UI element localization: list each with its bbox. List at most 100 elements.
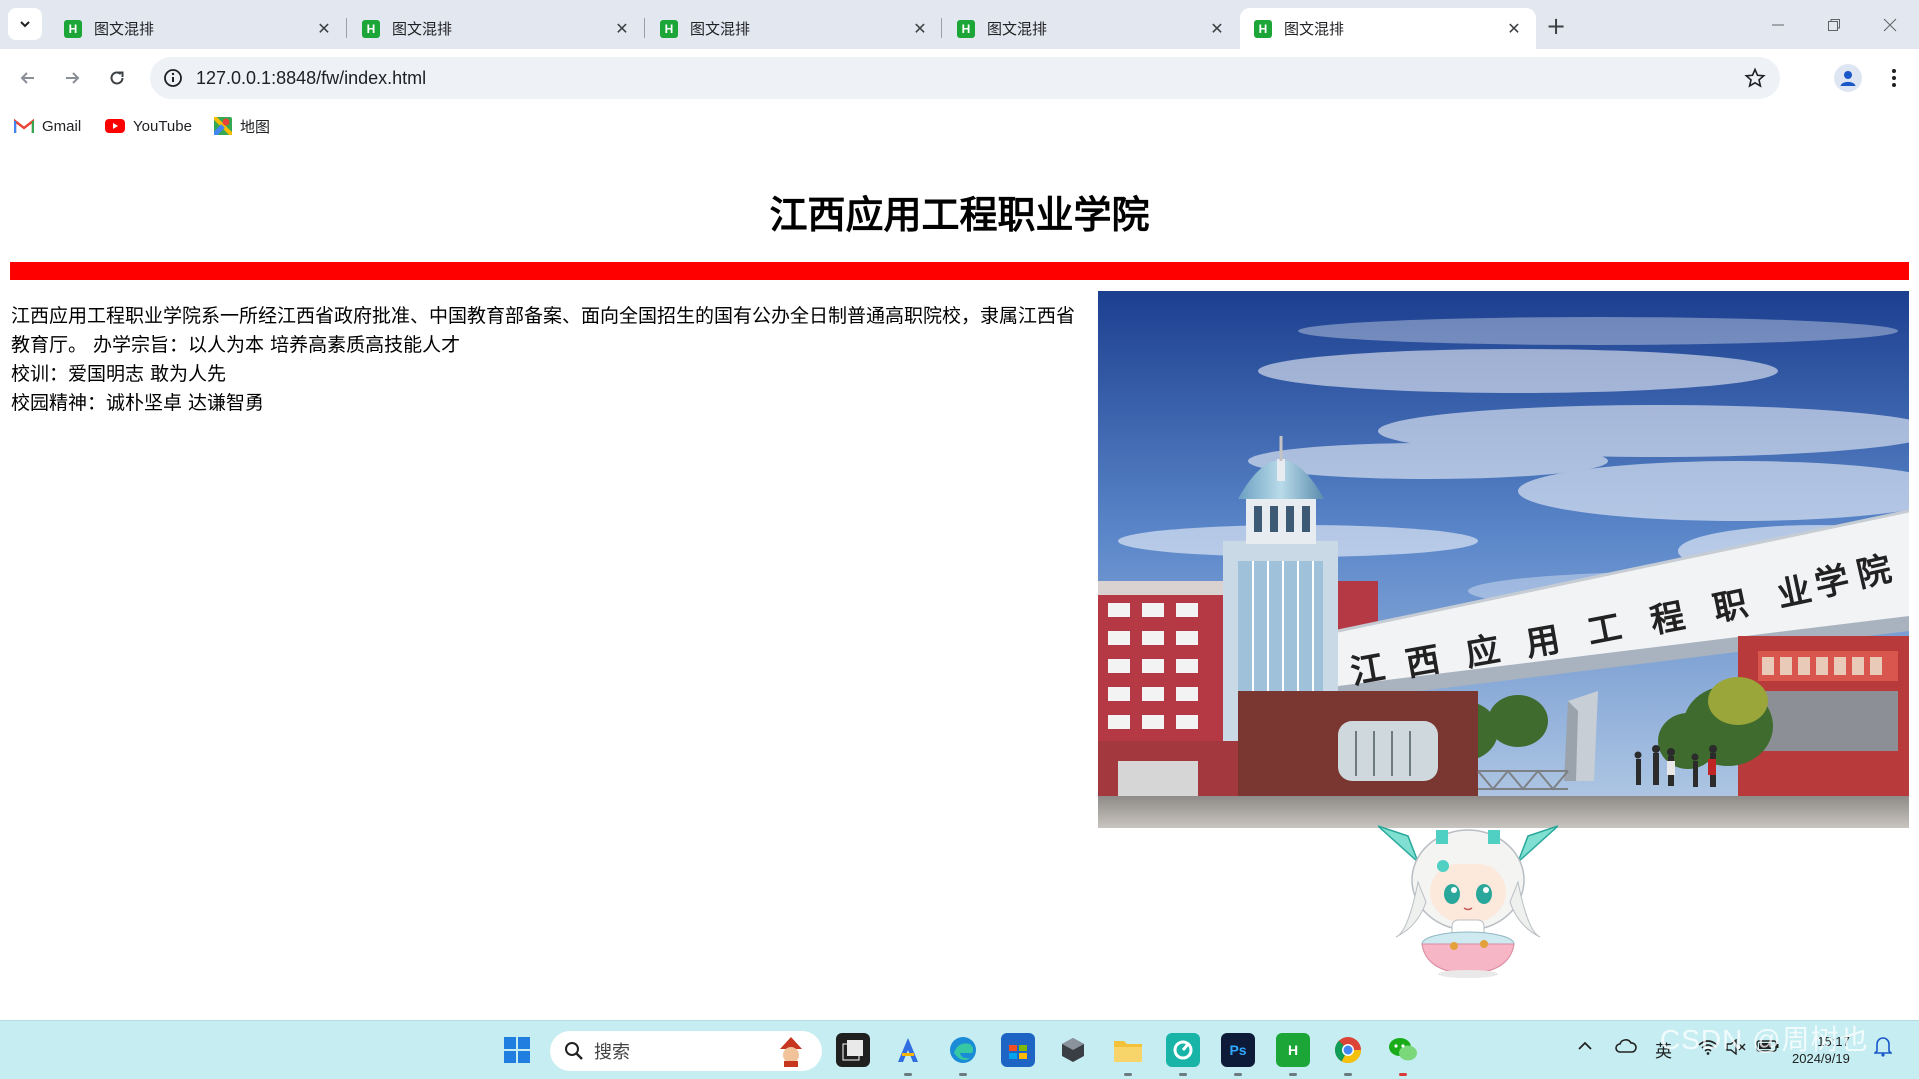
tab-title: 图文混排 bbox=[94, 20, 155, 38]
bookmark-star-icon[interactable] bbox=[1744, 67, 1766, 89]
browser-toolbar: 127.0.0.1:8848/fw/index.html bbox=[0, 49, 1919, 107]
tray-notification[interactable] bbox=[1873, 1035, 1893, 1061]
notification-bell-icon bbox=[1873, 1037, 1893, 1057]
chrome-icon bbox=[1334, 1037, 1362, 1064]
taskbar-photoshop[interactable]: Ps bbox=[1221, 1033, 1255, 1067]
taskbar-task-view[interactable] bbox=[836, 1033, 870, 1067]
tab-strip: H 图文混排 ✕ H 图文混排 ✕ H 图文混排 ✕ H 图文混排 ✕ H 图文… bbox=[0, 0, 1919, 49]
taskbar-file-explorer[interactable] bbox=[1111, 1033, 1145, 1067]
running-indicator bbox=[1344, 1073, 1352, 1076]
windows-start-button[interactable] bbox=[500, 1033, 534, 1067]
close-icon[interactable]: ✕ bbox=[1205, 17, 1229, 41]
chevron-down-icon bbox=[20, 21, 30, 28]
browser-menu-button[interactable] bbox=[1880, 64, 1908, 92]
page-heading: 江西应用工程职业学院 bbox=[769, 193, 1150, 237]
hbuilder-favicon-icon: H bbox=[64, 19, 82, 38]
hbuilder-favicon-icon: H bbox=[362, 19, 380, 38]
campus-spirit: 校园精神：诚朴坚卓 达谦智勇 bbox=[11, 392, 265, 414]
youtube-icon bbox=[105, 119, 125, 133]
taskbar-chrome[interactable] bbox=[1331, 1033, 1365, 1067]
hbuilder-favicon-icon: H bbox=[1254, 19, 1272, 38]
tab-separator bbox=[644, 18, 645, 38]
intro-paragraph: 江西应用工程职业学院系一所经江西省政府批准、中国教育部备案、面向全国招生的国有公… bbox=[11, 305, 1076, 356]
bookmark-label: YouTube bbox=[133, 117, 192, 135]
running-indicator bbox=[904, 1073, 912, 1076]
taskbar-search-box[interactable]: 搜索 bbox=[550, 1031, 822, 1071]
close-icon[interactable]: ✕ bbox=[312, 17, 336, 41]
cube-app-icon bbox=[1062, 1038, 1084, 1062]
taskbar-app-teal[interactable] bbox=[1166, 1033, 1200, 1067]
reload-button[interactable] bbox=[99, 60, 135, 96]
restore-button[interactable] bbox=[1806, 0, 1862, 49]
svg-text:用: 用 bbox=[1523, 620, 1563, 665]
anime-mascot-sticker bbox=[1377, 822, 1559, 982]
bookmarks-bar: Gmail YouTube 地图 bbox=[0, 107, 1919, 143]
csdn-watermark: CSDN @周树也 bbox=[1660, 1024, 1869, 1055]
hbuilder-favicon-icon: H bbox=[957, 19, 975, 38]
taskbar-edge[interactable] bbox=[946, 1033, 980, 1067]
arrow-right-icon bbox=[66, 72, 80, 84]
profile-avatar[interactable] bbox=[1834, 64, 1862, 92]
taskbar-app-cube[interactable] bbox=[1056, 1033, 1090, 1067]
back-button[interactable] bbox=[10, 60, 46, 96]
url-text[interactable]: 127.0.0.1:8848/fw/index.html bbox=[196, 68, 426, 89]
tab-separator bbox=[346, 18, 347, 38]
hbuilder-favicon-icon: H bbox=[660, 19, 678, 38]
intro-text-block: 江西应用工程职业学院系一所经江西省政府批准、中国教育部备案、面向全国招生的国有公… bbox=[11, 302, 1091, 418]
tray-onedrive[interactable] bbox=[1615, 1039, 1637, 1057]
person-icon bbox=[1840, 71, 1856, 86]
campus-gate-photo: 江 西 应 用 工 程 职 业 学 院 bbox=[1098, 291, 1909, 828]
search-icon bbox=[565, 1042, 583, 1060]
tab-title: 图文混排 bbox=[1284, 20, 1345, 38]
cloud-icon bbox=[1615, 1039, 1637, 1053]
site-info-icon[interactable] bbox=[162, 67, 184, 89]
address-bar[interactable]: 127.0.0.1:8848/fw/index.html bbox=[150, 57, 1780, 99]
taskbar-hbuilder[interactable]: H bbox=[1276, 1033, 1310, 1067]
store-icon bbox=[1009, 1045, 1027, 1059]
snipping-app-icon bbox=[1173, 1040, 1193, 1060]
tab-search-button[interactable] bbox=[8, 8, 42, 40]
minimize-button[interactable] bbox=[1750, 0, 1806, 49]
running-indicator bbox=[1179, 1073, 1187, 1076]
tab-2[interactable]: H 图文混排 ✕ bbox=[348, 8, 644, 49]
search-highlight-character-icon bbox=[780, 1037, 802, 1067]
bookmark-youtube[interactable]: YouTube bbox=[105, 115, 192, 137]
hbuilder-icon: H bbox=[1287, 1042, 1299, 1058]
running-indicator bbox=[959, 1073, 967, 1076]
tray-overflow-chevron[interactable] bbox=[1578, 1039, 1592, 1055]
wechat-icon bbox=[1389, 1038, 1417, 1061]
taskbar-app-translate[interactable] bbox=[891, 1033, 925, 1067]
tab-title: 图文混排 bbox=[392, 20, 453, 38]
minimize-icon bbox=[1772, 24, 1784, 25]
translate-app-icon bbox=[898, 1038, 918, 1062]
red-divider-bar bbox=[10, 262, 1909, 280]
svg-text:西: 西 bbox=[1403, 640, 1443, 685]
running-indicator bbox=[1124, 1073, 1132, 1076]
bookmark-maps[interactable]: 地图 bbox=[214, 115, 270, 137]
new-tab-button[interactable]: + bbox=[1540, 12, 1572, 40]
running-indicator bbox=[1399, 1073, 1407, 1076]
more-vert-icon bbox=[1892, 69, 1896, 87]
close-icon bbox=[1883, 18, 1897, 31]
chevron-up-icon bbox=[1578, 1041, 1592, 1050]
tab-4[interactable]: H 图文混排 ✕ bbox=[943, 8, 1239, 49]
folder-icon bbox=[1114, 1041, 1142, 1062]
reload-icon bbox=[110, 71, 124, 85]
search-placeholder: 搜索 bbox=[594, 1042, 630, 1063]
tab-title: 图文混排 bbox=[987, 20, 1048, 38]
tab-3[interactable]: H 图文混排 ✕ bbox=[646, 8, 942, 49]
bookmark-gmail[interactable]: Gmail bbox=[14, 115, 81, 137]
close-window-button[interactable] bbox=[1862, 0, 1918, 49]
forward-button[interactable] bbox=[54, 60, 90, 96]
taskbar-wechat[interactable] bbox=[1386, 1033, 1420, 1067]
restore-icon bbox=[1828, 18, 1840, 31]
taskbar-store[interactable] bbox=[1001, 1033, 1035, 1067]
running-indicator bbox=[1289, 1073, 1297, 1076]
close-icon[interactable]: ✕ bbox=[1502, 17, 1526, 41]
close-icon[interactable]: ✕ bbox=[908, 17, 932, 41]
tab-5-active[interactable]: H 图文混排 ✕ bbox=[1240, 8, 1536, 49]
school-motto: 校训：爱国明志 敢为人先 bbox=[11, 363, 227, 385]
close-icon[interactable]: ✕ bbox=[610, 17, 634, 41]
tab-1[interactable]: H 图文混排 ✕ bbox=[50, 8, 346, 49]
arrow-left-icon bbox=[20, 72, 34, 84]
